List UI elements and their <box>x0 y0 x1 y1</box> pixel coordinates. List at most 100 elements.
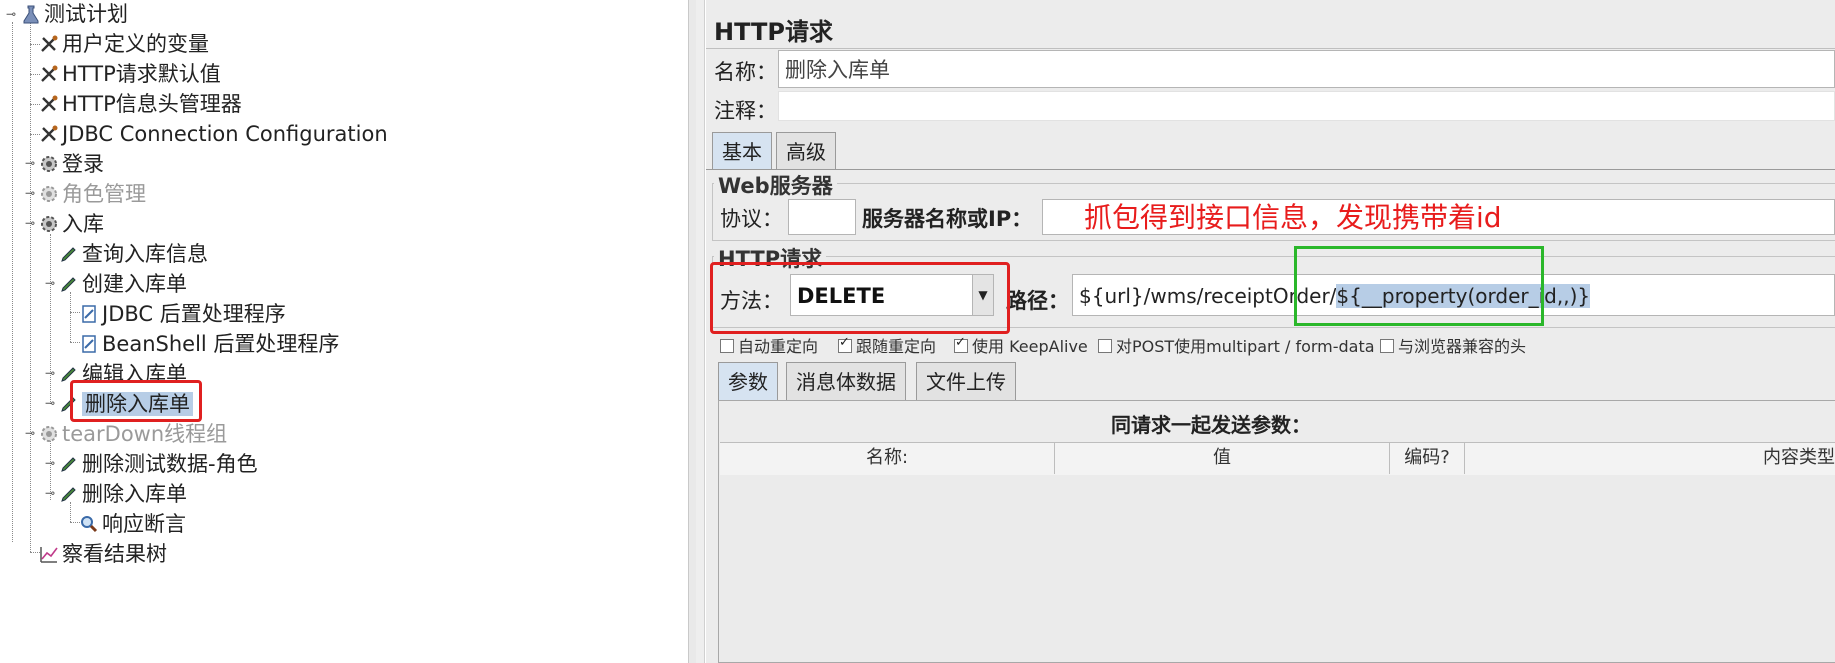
column-header-content-type[interactable]: 内容类型 <box>1465 442 1835 474</box>
params-table-body[interactable] <box>720 475 1835 662</box>
server-label: 服务器名称或IP： <box>862 207 1033 231</box>
checkbox-label: 跟随重定向 <box>856 337 937 356</box>
tree-node-beanshell-postprocessor[interactable]: BeanShell 后置处理程序 <box>78 327 339 361</box>
tab-basic[interactable]: 基本 <box>712 132 772 170</box>
path-label: 路径： <box>1006 289 1069 313</box>
auto-redirect-checkbox[interactable]: 自动重定向 <box>720 333 818 357</box>
expand-toggle[interactable]: ⊸ <box>25 157 35 169</box>
pipette-icon <box>58 271 80 293</box>
name-label: 名称： <box>714 60 777 84</box>
expand-toggle[interactable]: ⊸ <box>45 367 55 379</box>
keepalive-checkbox[interactable]: 使用 KeepAlive <box>954 333 1088 357</box>
pipette-icon <box>58 481 80 503</box>
divider <box>706 48 1835 49</box>
wrench-icon <box>38 91 60 113</box>
multipart-checkbox[interactable]: 对POST使用multipart / form-data <box>1098 333 1375 357</box>
comment-field[interactable] <box>778 91 1835 121</box>
wrench-icon <box>38 61 60 83</box>
split-pane-divider[interactable] <box>696 0 705 663</box>
flask-icon <box>20 1 42 24</box>
column-header-value[interactable]: 值 <box>1055 442 1390 474</box>
tree-node-inbound[interactable]: 入库 <box>38 207 104 241</box>
gear-icon <box>38 421 60 443</box>
wrench-icon <box>38 121 60 143</box>
checkbox-box <box>954 335 968 353</box>
collapse-toggle[interactable]: ⊸ <box>45 277 55 289</box>
collapse-toggle[interactable]: ⊸ <box>25 217 35 229</box>
tree-connector <box>30 22 31 552</box>
checkbox-box <box>838 335 852 353</box>
web-server-group-title: Web服务器 <box>714 170 837 200</box>
checkbox-label: 与浏览器兼容的头 <box>1398 337 1527 356</box>
annotation-text: 抓包得到接口信息，发现携带着id <box>1084 201 1502 234</box>
tree-node-label: 响应断言 <box>102 512 186 536</box>
collapse-toggle[interactable]: ⊸ <box>25 427 35 439</box>
tab-advanced[interactable]: 高级 <box>776 132 836 170</box>
gear-icon <box>38 181 60 203</box>
tree-node-label: HTTP请求默认值 <box>62 62 221 86</box>
column-header-name[interactable]: 名称: <box>720 442 1055 474</box>
tab-file-upload[interactable]: 文件上传 <box>916 362 1016 400</box>
tree-node-jdbc-postprocessor[interactable]: JDBC 后置处理程序 <box>78 297 286 331</box>
expand-toggle[interactable]: ⊸ <box>25 187 35 199</box>
expand-toggle[interactable]: ⊸ <box>45 457 55 469</box>
test-plan-tree: ⊸ ⊸ ⊸ ⊸ ⊸ ⊸ ⊸ ⊸ ⊸ ⊸ 测试计划 用户定义的变量 HTTP请求默… <box>0 0 688 663</box>
tree-node-label: 删除入库单 <box>82 482 187 506</box>
tree-node-delete-inbound-teardown[interactable]: 删除入库单 <box>58 477 187 511</box>
expand-toggle[interactable]: ⊸ <box>45 397 55 409</box>
graph-icon <box>38 541 60 563</box>
tree-node-user-variables[interactable]: 用户定义的变量 <box>38 27 209 61</box>
checkbox-label: 使用 KeepAlive <box>972 337 1088 356</box>
tree-node-role-management[interactable]: 角色管理 <box>38 177 146 211</box>
params-caption: 同请求一起发送参数： <box>1111 413 1311 437</box>
tree-node-label: 删除测试数据-角色 <box>82 452 258 476</box>
method-highlight-box <box>710 262 1010 334</box>
collapse-toggle[interactable]: ⊸ <box>6 8 16 20</box>
pipette-icon <box>58 451 80 473</box>
tree-node-label: 用户定义的变量 <box>62 32 209 56</box>
tree-node-label: HTTP信息头管理器 <box>62 92 242 116</box>
checkbox-box <box>1380 339 1394 353</box>
checkbox-label: 对POST使用multipart / form-data <box>1116 337 1375 356</box>
comment-label: 注释： <box>714 99 777 123</box>
checkbox-box <box>1098 339 1112 353</box>
tree-connector <box>12 22 13 542</box>
tree-node-login[interactable]: 登录 <box>38 147 104 181</box>
tree-node-delete-test-data-role[interactable]: 删除测试数据-角色 <box>58 447 258 481</box>
selected-node-highlight <box>70 380 202 422</box>
tree-node-label: tearDown线程组 <box>62 422 228 446</box>
tab-underline <box>706 169 1835 170</box>
tree-node-response-assertion[interactable]: 响应断言 <box>78 507 186 541</box>
name-field[interactable]: 删除入库单 <box>778 50 1835 88</box>
tree-node-create-inbound[interactable]: 创建入库单 <box>58 267 187 301</box>
tab-parameters[interactable]: 参数 <box>718 362 778 400</box>
protocol-field[interactable] <box>788 199 856 235</box>
tree-node-header-manager[interactable]: HTTP信息头管理器 <box>38 87 242 121</box>
gear-icon <box>38 151 60 173</box>
tree-node-label: JDBC Connection Configuration <box>62 122 388 146</box>
column-header-encode[interactable]: 编码? <box>1390 442 1465 474</box>
tree-node-jdbc-config[interactable]: JDBC Connection Configuration <box>38 117 388 151</box>
collapse-toggle[interactable]: ⊸ <box>45 487 55 499</box>
tree-node-label: BeanShell 后置处理程序 <box>102 332 340 356</box>
tree-node-label: 创建入库单 <box>82 272 187 296</box>
browser-headers-checkbox[interactable]: 与浏览器兼容的头 <box>1380 333 1526 357</box>
tree-node-label: 查询入库信息 <box>82 242 208 266</box>
tree-node-label: 测试计划 <box>44 2 128 26</box>
tree-node-results-tree[interactable]: 察看结果树 <box>38 537 167 571</box>
postprocessor-icon <box>78 331 100 353</box>
follow-redirect-checkbox[interactable]: 跟随重定向 <box>838 333 936 357</box>
tree-node-label: 察看结果树 <box>62 542 167 566</box>
tree-node-teardown-group[interactable]: tearDown线程组 <box>38 417 227 451</box>
postprocessor-icon <box>78 301 100 323</box>
http-request-panel: HTTP请求 名称： 删除入库单 注释： 基本 高级 Web服务器 协议： 服务… <box>706 0 1835 663</box>
tree-node-label: 登录 <box>62 152 104 176</box>
checkbox-label: 自动重定向 <box>738 337 819 356</box>
checkbox-box <box>720 339 734 353</box>
wrench-icon <box>38 31 60 53</box>
tab-body-data[interactable]: 消息体数据 <box>786 362 906 400</box>
tree-node-http-defaults[interactable]: HTTP请求默认值 <box>38 57 221 91</box>
tree-node-query-inbound[interactable]: 查询入库信息 <box>58 237 208 271</box>
tree-node-label: JDBC 后置处理程序 <box>102 302 286 326</box>
tree-node-label: 角色管理 <box>62 182 146 206</box>
